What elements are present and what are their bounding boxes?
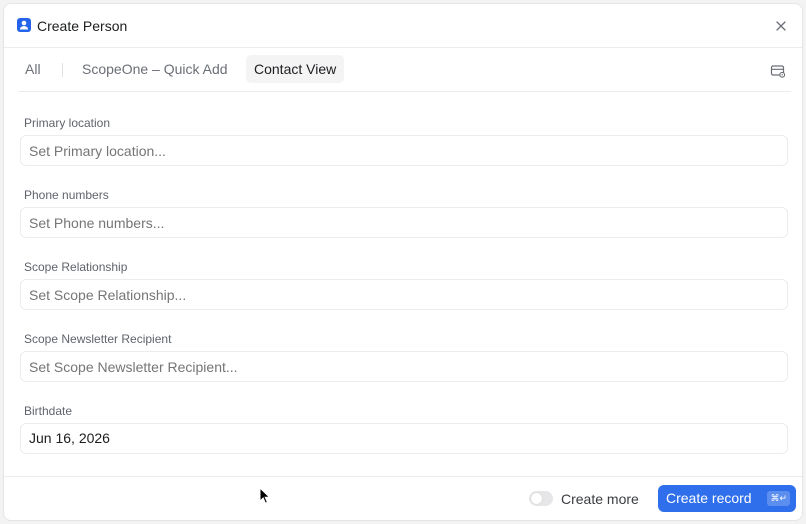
field-label-birthdate: Birthdate xyxy=(24,404,73,418)
dialog-header: Create Person xyxy=(4,4,802,48)
tab-divider xyxy=(62,63,63,77)
field-label-phone-numbers: Phone numbers xyxy=(24,188,109,202)
keyboard-shortcut-badge: ⌘↵ xyxy=(767,491,790,506)
birthdate-field[interactable]: Jun 16, 2026 xyxy=(20,423,788,454)
tab-all[interactable]: All xyxy=(17,55,49,83)
section-divider xyxy=(18,91,791,92)
view-tabs: All ScopeOne – Quick Add Contact View xyxy=(4,49,802,93)
create-more-label: Create more xyxy=(561,491,639,507)
close-button[interactable] xyxy=(772,17,790,35)
close-icon[interactable] xyxy=(776,21,786,31)
scope-newsletter-recipient-input[interactable] xyxy=(20,351,788,382)
field-label-scope-newsletter-recipient: Scope Newsletter Recipient xyxy=(24,332,172,346)
mouse-pointer-icon xyxy=(259,487,271,504)
field-label-scope-relationship: Scope Relationship xyxy=(24,260,128,274)
settings-panel-icon[interactable] xyxy=(770,63,786,79)
tab-scopeone-quick-add[interactable]: ScopeOne – Quick Add xyxy=(74,55,236,83)
create-more-toggle[interactable] xyxy=(529,491,553,506)
primary-location-input[interactable] xyxy=(20,135,788,166)
create-record-button[interactable]: Create record ⌘↵ xyxy=(658,485,796,512)
dialog-footer: Create more Create record ⌘↵ xyxy=(4,476,802,520)
dialog-title: Create Person xyxy=(37,18,128,34)
person-icon xyxy=(17,18,31,32)
create-record-label: Create record xyxy=(666,490,752,506)
phone-numbers-input[interactable] xyxy=(20,207,788,238)
toggle-knob xyxy=(531,493,542,504)
tab-contact-view[interactable]: Contact View xyxy=(246,55,345,83)
create-person-dialog: Create Person All ScopeOne – Quick Add C… xyxy=(3,3,803,521)
scope-relationship-input[interactable] xyxy=(20,279,788,310)
field-label-primary-location: Primary location xyxy=(24,116,111,130)
